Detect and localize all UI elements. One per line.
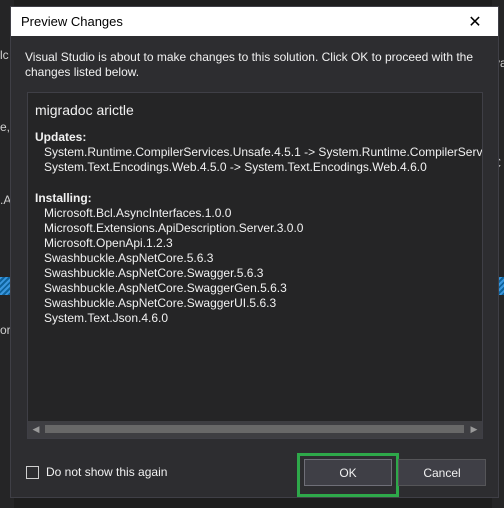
changes-list-panel[interactable]: migradoc arictle Updates: System.Runtime… <box>27 92 483 439</box>
install-item: Microsoft.OpenApi.1.2.3 <box>44 236 173 250</box>
install-item: Microsoft.Bcl.AsyncInterfaces.1.0.0 <box>44 206 232 220</box>
dialog-titlebar: Preview Changes ✕ <box>11 7 498 36</box>
updates-header: Updates: <box>35 130 87 144</box>
preview-changes-dialog: Preview Changes ✕ Visual Studio is about… <box>10 6 499 498</box>
update-item: System.Text.Encodings.Web.4.5.0 -> Syste… <box>44 160 427 174</box>
cancel-button[interactable]: Cancel <box>398 459 486 486</box>
changes-list-content: migradoc arictle Updates: System.Runtime… <box>35 99 482 420</box>
ok-button[interactable]: OK <box>304 459 392 486</box>
dialog-message: Visual Studio is about to make changes t… <box>25 50 474 79</box>
scroll-left-icon[interactable]: ◀ <box>28 421 44 438</box>
scroll-right-icon[interactable]: ▶ <box>466 421 482 438</box>
install-item: Microsoft.Extensions.ApiDescription.Serv… <box>44 221 304 235</box>
close-button[interactable]: ✕ <box>452 7 498 36</box>
install-item: Swashbuckle.AspNetCore.SwaggerGen.5.6.3 <box>44 281 287 295</box>
install-item: Swashbuckle.AspNetCore.SwaggerUI.5.6.3 <box>44 296 277 310</box>
install-item: Swashbuckle.AspNetCore.Swagger.5.6.3 <box>44 266 264 280</box>
do-not-show-row[interactable]: Do not show this again <box>26 465 167 479</box>
do-not-show-label: Do not show this again <box>46 465 168 479</box>
do-not-show-checkbox[interactable] <box>26 465 39 479</box>
install-item: Swashbuckle.AspNetCore.5.6.3 <box>44 251 214 265</box>
project-name: migradoc arictle <box>35 102 134 118</box>
install-item: System.Text.Json.4.6.0 <box>44 311 169 325</box>
update-item: System.Runtime.CompilerServices.Unsafe.4… <box>44 145 482 159</box>
horizontal-scrollbar[interactable]: ◀ ▶ <box>28 421 482 438</box>
installing-header: Installing: <box>35 191 92 205</box>
close-icon: ✕ <box>468 13 482 31</box>
scrollbar-thumb[interactable] <box>45 425 464 433</box>
dialog-title: Preview Changes <box>21 14 123 29</box>
